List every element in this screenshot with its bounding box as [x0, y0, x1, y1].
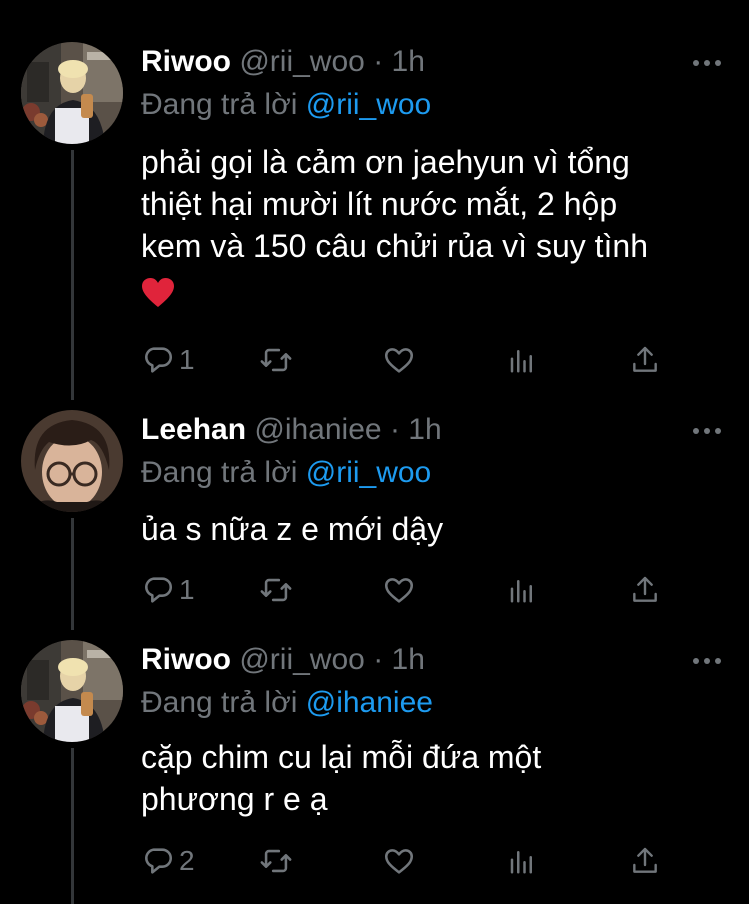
more-options-icon[interactable]	[693, 658, 721, 666]
separator-dot: ·	[389, 413, 400, 446]
reply-icon	[145, 577, 172, 603]
user-handle[interactable]: @rii_woo	[239, 45, 365, 78]
share-icon	[633, 847, 657, 873]
tweet-text: phải gọi là cảm ơn jaehyun vì tổng thiệt…	[141, 141, 731, 319]
avatar[interactable]	[21, 42, 123, 144]
tweet-text-line: ủa s nữa z e mới dậy	[141, 511, 444, 547]
tweet-text: ủa s nữa z e mới dậy	[141, 508, 731, 550]
timestamp[interactable]: 1h	[408, 413, 441, 446]
reply-button[interactable]: 1	[141, 572, 195, 608]
retweet-icon	[260, 348, 292, 372]
tweet-text-line: cặp chim cu lại mỗi đứa một	[141, 739, 542, 775]
retweet-button[interactable]	[258, 843, 294, 879]
user-avatar-leehan	[21, 410, 123, 512]
avatar[interactable]	[21, 640, 123, 742]
retweet-button[interactable]	[258, 342, 294, 378]
replying-to: Đang trả lời @ihaniee	[141, 683, 433, 723]
mention-link[interactable]: @rii_woo	[306, 88, 432, 121]
reply-count: 2	[179, 845, 195, 876]
tweet-actions: 2	[141, 843, 681, 879]
tweet-header: Riwoo @rii_woo · 1h	[141, 640, 425, 680]
timestamp[interactable]: 1h	[392, 643, 425, 676]
like-icon	[384, 849, 414, 874]
separator-dot: ·	[373, 643, 384, 676]
analytics-icon	[510, 851, 532, 874]
share-button[interactable]	[629, 843, 661, 879]
retweet-button[interactable]	[258, 572, 294, 608]
like-button[interactable]	[382, 342, 416, 378]
mention-link[interactable]: @rii_woo	[306, 456, 432, 489]
tweet-text-line: kem và 150 câu chửi rủa vì suy tình	[141, 228, 648, 264]
retweet-icon	[260, 849, 292, 873]
share-icon	[633, 576, 657, 602]
timestamp[interactable]: 1h	[392, 45, 425, 78]
separator-dot: ·	[373, 45, 384, 78]
tweet-actions: 1	[141, 572, 681, 608]
share-button[interactable]	[629, 342, 661, 378]
display-name[interactable]: Riwoo	[141, 643, 231, 676]
tweet-text-line: thiệt hại mười lít nước mắt, 2 hộp	[141, 186, 618, 222]
user-handle[interactable]: @ihaniee	[254, 413, 381, 446]
reply-icon	[145, 347, 172, 373]
tweet-header: Leehan @ihaniee · 1h	[141, 410, 442, 450]
analytics-icon	[510, 350, 532, 373]
tweet-text: cặp chim cu lại mỗi đứa một phương r e ạ	[141, 736, 731, 820]
reply-button[interactable]: 1	[141, 342, 195, 378]
replying-to-label: Đang trả lời	[141, 88, 298, 121]
analytics-button[interactable]	[507, 572, 537, 608]
red-heart-emoji-icon	[141, 277, 731, 319]
like-button[interactable]	[382, 843, 416, 879]
analytics-button[interactable]	[507, 843, 537, 879]
tweet[interactable]: Riwoo @rii_woo · 1h Đang trả lời @rii_wo…	[0, 42, 749, 382]
reply-count: 1	[179, 574, 195, 605]
retweet-icon	[260, 578, 292, 602]
mention-link[interactable]: @ihaniee	[306, 686, 433, 719]
reply-button[interactable]: 2	[141, 843, 195, 879]
tweet[interactable]: Leehan @ihaniee · 1h Đang trả lời @rii_w…	[0, 410, 749, 610]
analytics-button[interactable]	[507, 342, 537, 378]
user-avatar-riwoo	[21, 640, 123, 742]
tweet[interactable]: Riwoo @rii_woo · 1h Đang trả lời @ihanie…	[0, 640, 749, 904]
like-icon	[384, 348, 414, 373]
user-avatar-riwoo	[21, 42, 123, 144]
tweet-text-line: phải gọi là cảm ơn jaehyun vì tổng	[141, 144, 630, 180]
display-name[interactable]: Leehan	[141, 413, 246, 446]
replying-to: Đang trả lời @rii_woo	[141, 85, 431, 125]
reply-icon	[145, 848, 172, 874]
like-button[interactable]	[382, 572, 416, 608]
tweet-header: Riwoo @rii_woo · 1h	[141, 42, 425, 82]
share-icon	[633, 346, 657, 372]
reply-count: 1	[179, 344, 195, 375]
avatar[interactable]	[21, 410, 123, 512]
tweet-actions: 1	[141, 342, 681, 378]
replying-to-label: Đang trả lời	[141, 456, 298, 489]
replying-to: Đang trả lời @rii_woo	[141, 453, 431, 493]
tweet-text-line: phương r e ạ	[141, 781, 328, 817]
more-options-icon[interactable]	[693, 60, 721, 68]
display-name[interactable]: Riwoo	[141, 45, 231, 78]
like-icon	[384, 578, 414, 603]
analytics-icon	[510, 580, 532, 603]
more-options-icon[interactable]	[693, 428, 721, 436]
user-handle[interactable]: @rii_woo	[239, 643, 365, 676]
share-button[interactable]	[629, 572, 661, 608]
replying-to-label: Đang trả lời	[141, 686, 298, 719]
